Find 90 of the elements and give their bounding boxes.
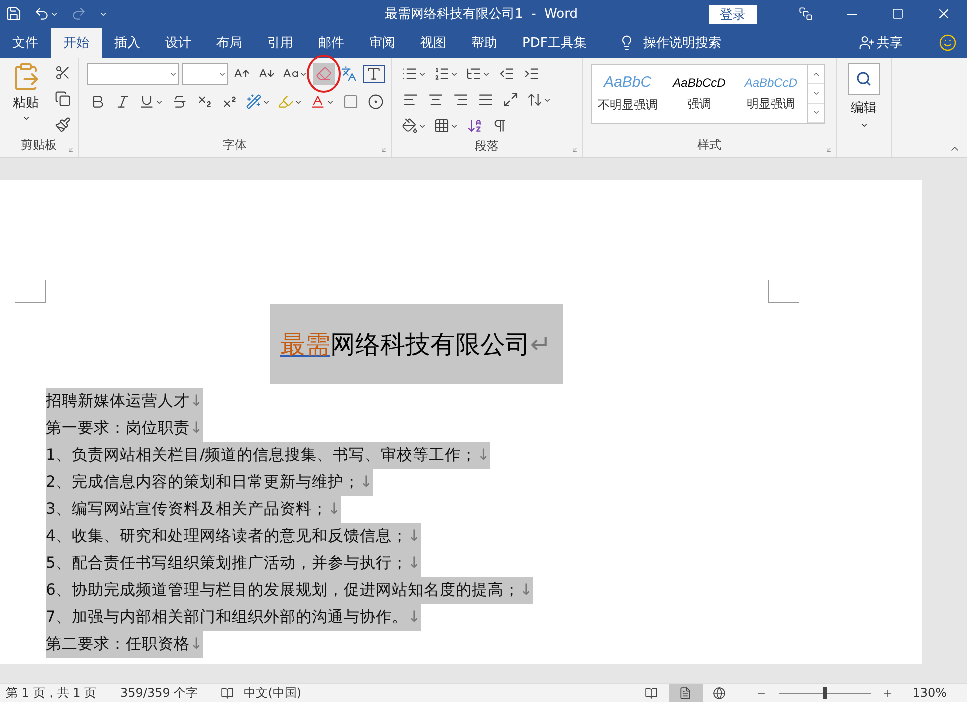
- ribbon-tab[interactable]: 帮助: [459, 28, 510, 58]
- view-icon: [679, 686, 692, 700]
- eraser-icon: [316, 66, 332, 82]
- word-count[interactable]: 359/359 个字: [120, 684, 198, 702]
- indent-icon: [524, 66, 540, 82]
- launcher-arrow-icon: [67, 146, 75, 154]
- group-label: 剪贴板: [21, 137, 57, 154]
- style-name: 不明显强调: [598, 97, 658, 114]
- launcher-icon[interactable]: [67, 146, 75, 154]
- document-title: 最需网络科技有限公司↵: [270, 304, 562, 384]
- scissors-icon: [55, 65, 71, 81]
- paste-button[interactable]: 粘贴: [4, 62, 48, 137]
- subscript-icon: [197, 94, 213, 110]
- paintbrush-icon: [55, 117, 71, 133]
- copy-icon: [55, 91, 71, 107]
- launcher-arrow-icon: [571, 146, 579, 154]
- undo-icon: [34, 6, 50, 22]
- group-label: 样式: [698, 137, 722, 154]
- sort-icon: [467, 118, 483, 134]
- ribbon-tab[interactable]: 邮件: [306, 28, 357, 58]
- font-size-field[interactable]: [182, 63, 228, 85]
- redo-icon: [71, 6, 87, 22]
- group-label: 字体: [223, 137, 247, 154]
- login-button[interactable]: 登录: [709, 4, 757, 24]
- ribbon-tab[interactable]: 审阅: [357, 28, 408, 58]
- maximize-icon: [892, 8, 904, 20]
- style-item[interactable]: AaBbCcD 强调: [664, 65, 736, 123]
- boxed-letter-icon: [366, 66, 382, 82]
- margin-corner-mark: [15, 280, 46, 303]
- align-center-icon: [428, 92, 444, 108]
- line-spacing-icon: [527, 92, 543, 108]
- ribbon-tab[interactable]: 布局: [204, 28, 255, 58]
- paint-bucket-icon: [402, 118, 418, 134]
- multilevel-list-icon: [466, 66, 482, 82]
- character-border-button[interactable]: [363, 65, 385, 83]
- ribbon-tab[interactable]: 视图: [408, 28, 459, 58]
- launcher-icon[interactable]: [571, 146, 579, 154]
- share-button[interactable]: 共享: [853, 28, 909, 58]
- person-add-icon: [859, 35, 875, 51]
- view-button[interactable]: [668, 684, 703, 702]
- editing-button[interactable]: 编辑: [845, 63, 883, 130]
- launcher-icon[interactable]: [380, 146, 388, 154]
- zoom-level[interactable]: 130%: [912, 686, 947, 700]
- paragraph-mark-icon: [492, 118, 508, 134]
- launcher-arrow-icon: [380, 146, 388, 154]
- underline-icon: [139, 94, 155, 110]
- superscript-icon: [222, 94, 238, 110]
- font-name-field[interactable]: [87, 63, 179, 85]
- caret-icon: [22, 114, 30, 123]
- plus-icon: [882, 688, 894, 698]
- page-count[interactable]: 第 1 页，共 1 页: [6, 684, 97, 702]
- tell-me-search[interactable]: 操作说明搜索: [613, 28, 728, 58]
- ribbon-tab[interactable]: 引用: [255, 28, 306, 58]
- style-preview: AaBbC: [604, 74, 652, 91]
- font-color-icon: [310, 94, 326, 110]
- window-title: 最需网络科技有限公司1 - Word: [384, 6, 579, 23]
- strikethrough-icon: [172, 94, 188, 110]
- launcher-arrow-icon: [825, 146, 833, 154]
- highlight-circle: [306, 54, 342, 94]
- grid-icon: [434, 118, 450, 134]
- outdent-icon: [499, 66, 515, 82]
- align-left-icon: [403, 92, 419, 108]
- ribbon-tab[interactable]: PDF工具集: [510, 28, 600, 58]
- margin-corner-mark: [768, 280, 799, 303]
- view-icon: [713, 686, 726, 700]
- view-icon: [645, 686, 658, 700]
- style-preview: AaBbCcD: [673, 76, 726, 90]
- book-icon: [220, 686, 234, 700]
- style-item[interactable]: AaBbC 不明显强调: [592, 65, 664, 123]
- ribbon-tab[interactable]: 插入: [102, 28, 153, 58]
- language-label[interactable]: 中文(中国): [244, 684, 302, 702]
- align-right-icon: [453, 92, 469, 108]
- caret-icon: [860, 121, 868, 130]
- italic-icon: [115, 94, 131, 110]
- ribbon-tab[interactable]: 文件: [0, 28, 51, 58]
- save-icon: [6, 6, 22, 22]
- group-label: 段落: [475, 138, 499, 155]
- style-name: 明显强调: [747, 96, 796, 112]
- numbered-list-icon: [434, 66, 450, 82]
- zoom-thumb[interactable]: [822, 687, 827, 699]
- ribbon-tab[interactable]: 设计: [153, 28, 204, 58]
- style-name: 强调: [688, 96, 712, 112]
- smiley-icon: [939, 34, 957, 52]
- search-icon: [848, 63, 880, 95]
- justify-icon: [478, 92, 494, 108]
- style-preview: AaBbCcD: [744, 76, 798, 90]
- style-item[interactable]: AaBbCcD 明显强调: [735, 65, 808, 123]
- highlighter-icon: [278, 94, 294, 110]
- ribbon-tab[interactable]: 开始: [51, 28, 102, 58]
- launcher-icon[interactable]: [825, 146, 833, 154]
